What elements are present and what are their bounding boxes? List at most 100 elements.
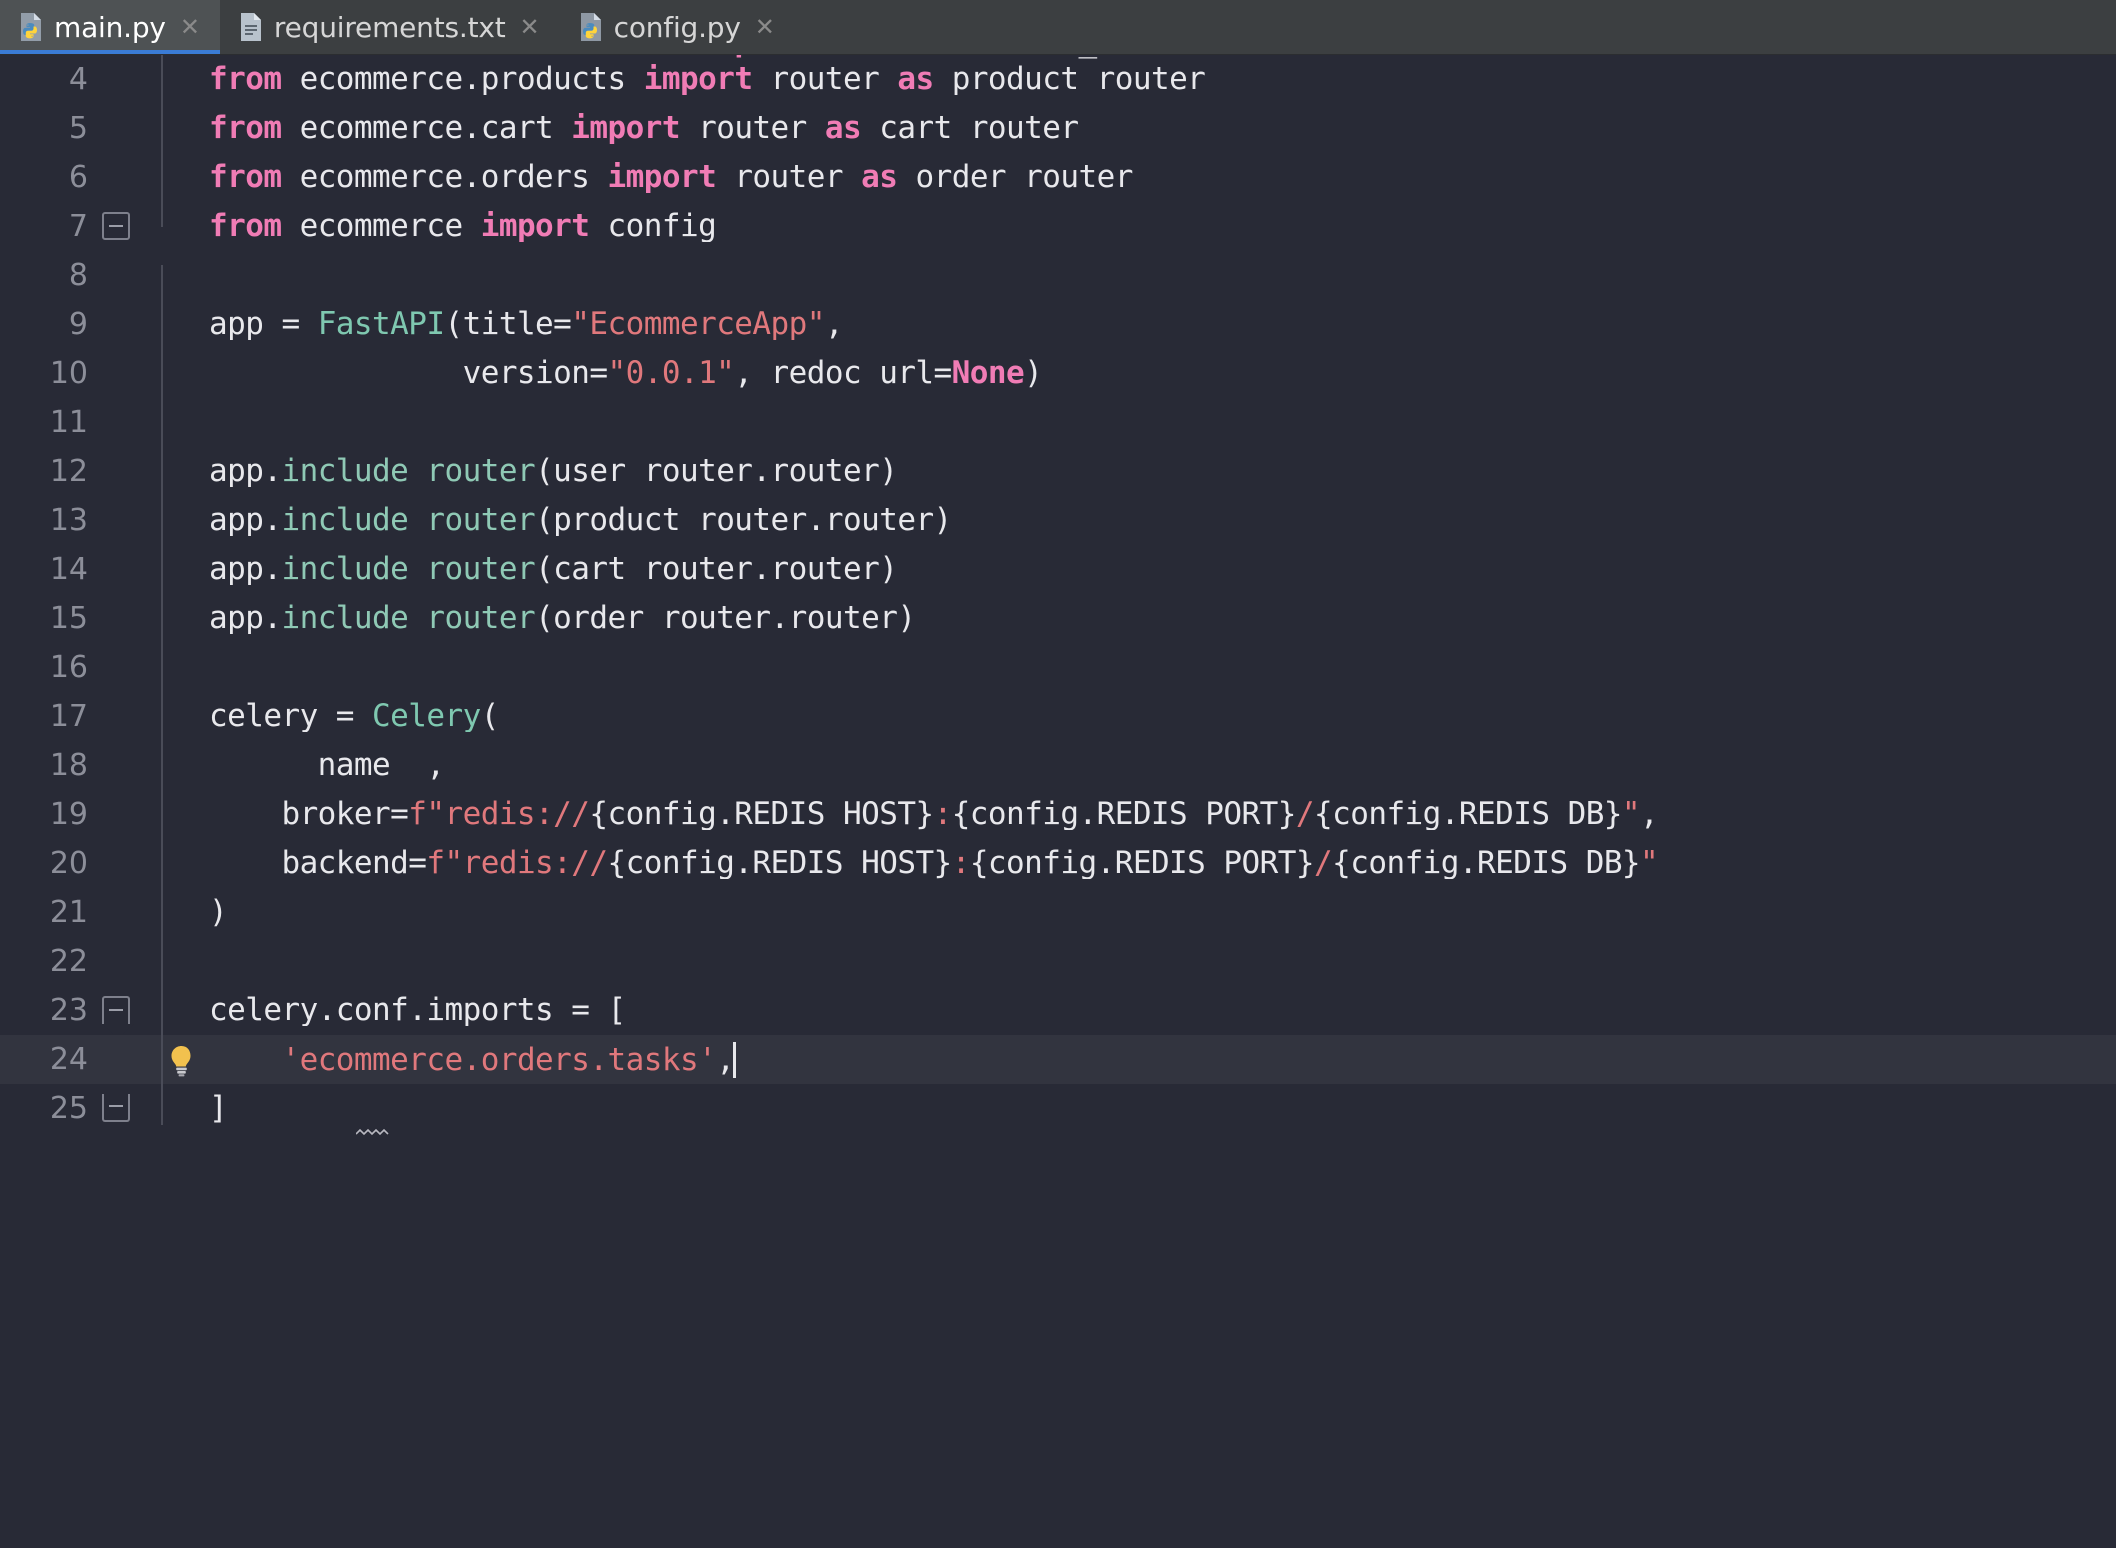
intention-gutter-cell [166,888,199,937]
intention-gutter-cell [166,300,199,349]
intention-gutter-cell [166,692,199,741]
code-line[interactable]: 14 app.include_router(cart_router.router) [0,545,2116,594]
fold-gutter-cell [92,1035,152,1084]
code-line[interactable]: 15 app.include_router(order_router.router… [0,594,2116,643]
text-caret [733,1041,737,1078]
fold-gutter-cell [92,55,152,104]
code-text: from ecommerce.cart import router as car… [209,113,1079,144]
code-text: from ecommerce import config [209,211,717,242]
python-file-icon [580,13,601,41]
intention-gutter-cell [166,643,199,692]
intention-gutter-cell [166,202,199,251]
tab-close-icon[interactable]: ✕ [516,13,544,41]
code-line[interactable]: 19 broker=f"redis://{config.REDIS_HOST}:… [0,790,2116,839]
code-line[interactable]: 18 __name__, [0,741,2116,790]
fold-gutter-cell[interactable] [92,1084,152,1133]
code-line[interactable]: 10 version="0.0.1", redoc_url=None) [0,349,2116,398]
intention-gutter-cell [166,104,199,153]
fold-region-rail-top [161,55,163,227]
code-lines-container[interactable]: 4 from ecommerce.products import router a… [0,55,2116,1548]
code-line-current[interactable]: 24 'ecommerce.orders.tasks', [0,1035,2116,1084]
line-number: 24 [49,1041,88,1077]
code-text: from ecommerce.products import router as… [209,64,1206,95]
fold-gutter-cell [92,300,152,349]
line-number: 20 [49,845,88,881]
code-text: celery = Celery( [209,701,499,732]
error-squiggle [178,1126,389,1136]
intention-gutter-cell [166,447,199,496]
code-line[interactable]: 21) [0,888,2116,937]
line-number: 14 [49,551,88,587]
code-line[interactable]: 4 from ecommerce.products import router a… [0,55,2116,104]
fold-gutter-cell [92,545,152,594]
code-editor[interactable]: 3 from ecommerce.users import router as … [0,55,2116,1548]
code-line[interactable]: 17 celery = Celery( [0,692,2116,741]
code-line[interactable]: 7 from ecommerce import config [0,202,2116,251]
intention-gutter-cell [166,153,199,202]
code-line[interactable]: 25] [0,1084,2116,1136]
intention-gutter-cell [166,251,199,300]
code-text: app.include_router(cart_router.router) [209,554,898,585]
intention-gutter-cell[interactable] [166,1035,199,1084]
fold-gutter-cell[interactable] [92,986,152,1038]
line-number: 18 [49,747,88,783]
code-line[interactable]: 9 app = FastAPI(title="EcommerceApp", [0,300,2116,349]
fold-expand-icon[interactable] [102,996,134,1038]
code-text: ) [209,897,228,928]
fold-gutter-cell [92,398,152,447]
line-number: 13 [49,502,88,538]
code-text: app.include_router(order_router.router) [209,603,916,634]
line-number: 16 [49,649,88,685]
intention-gutter-cell [166,349,199,398]
fold-gutter-cell [92,937,152,986]
editor-tab-main-py[interactable]: main.py ✕ [0,0,220,54]
tab-label: main.py [54,10,166,44]
fold-gutter-cell [92,594,152,643]
lightbulb-intention-icon[interactable] [166,1044,197,1077]
code-text: backend=f"redis://{config.REDIS_HOST}:{c… [209,848,1659,879]
fold-region-end-icon[interactable] [102,1094,130,1122]
code-text: app.include_router(product_router.router… [209,505,952,536]
code-line[interactable]: 23 celery.conf.imports = [ [0,986,2116,1038]
code-line[interactable]: 13 app.include_router(product_router.rout… [0,496,2116,545]
tab-close-icon[interactable]: ✕ [176,13,204,41]
line-number: 4 [68,61,88,97]
code-text: celery.conf.imports = [ [209,995,626,1026]
code-line[interactable]: 5 from ecommerce.cart import router as ca… [0,104,2116,153]
fold-region-rail-main [161,265,163,1125]
code-line[interactable]: 11 [0,398,2116,447]
code-text: 'ecommerce.orders.tasks', [281,1041,737,1078]
intention-gutter-cell [166,594,199,643]
intention-gutter-cell [166,741,199,790]
code-line[interactable]: 12 app.include_router(user_router.router) [0,447,2116,496]
code-line[interactable]: 20 backend=f"redis://{config.REDIS_HOST}… [0,839,2116,888]
intention-gutter-cell [166,55,199,104]
editor-tab-bar: main.py ✕ requirements.txt ✕ config.py ✕ [0,0,2116,55]
code-line[interactable]: 16 [0,643,2116,692]
editor-tab-requirements-txt[interactable]: requirements.txt ✕ [219,0,560,54]
fold-gutter-cell [92,692,152,741]
text-file-icon [240,13,261,41]
fold-gutter-cell [92,153,152,202]
code-line[interactable]: 22 [0,937,2116,986]
fold-region-rail-tail [161,1077,163,1097]
fold-collapse-icon[interactable] [102,212,130,240]
fold-gutter-cell[interactable] [92,202,152,251]
code-line[interactable]: 8 [0,251,2116,300]
code-line[interactable]: 6 from ecommerce.orders import router as … [0,153,2116,202]
editor-tab-config-py[interactable]: config.py ✕ [559,0,795,54]
line-number: 25 [49,1090,88,1126]
intention-gutter-cell [166,545,199,594]
code-text: __name__, [209,750,445,781]
fold-gutter-cell [92,741,152,790]
intention-gutter-cell [166,398,199,447]
code-text: app = FastAPI(title="EcommerceApp", [209,309,844,340]
line-number: 6 [68,159,88,195]
line-number: 9 [68,306,88,342]
code-text: from ecommerce.orders import router as o… [209,162,1133,193]
tab-close-icon[interactable]: ✕ [751,13,779,41]
fold-gutter-cell [92,839,152,888]
line-number: 7 [68,208,88,244]
line-number: 11 [49,404,88,440]
line-number: 22 [49,943,88,979]
